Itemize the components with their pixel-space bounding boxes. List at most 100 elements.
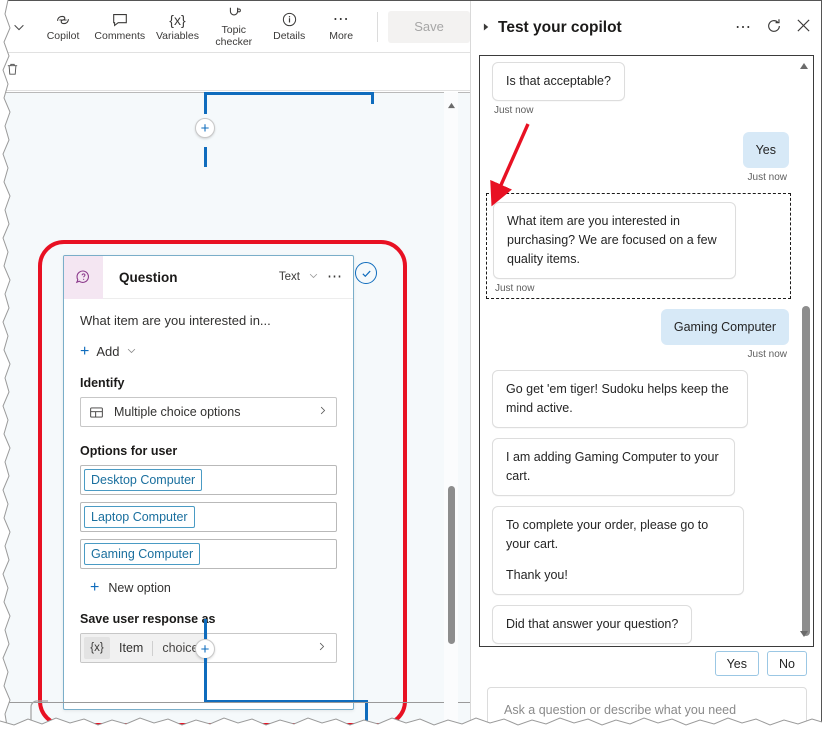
variable-pill: {x} Item choice xyxy=(81,634,209,662)
option-row[interactable]: Desktop Computer xyxy=(80,465,337,495)
question-node-title: Question xyxy=(119,269,178,285)
suggested-replies: Yes No xyxy=(714,651,807,676)
variable-name: Item xyxy=(119,641,144,655)
chat-timestamp: Just now xyxy=(494,105,534,116)
option-chip[interactable]: Gaming Computer xyxy=(84,543,201,565)
connector-line-out-top xyxy=(204,619,207,639)
suggested-reply-yes[interactable]: Yes xyxy=(714,651,760,676)
question-node-ellipsis-icon[interactable]: ⋯ xyxy=(327,269,343,284)
question-bubble-icon xyxy=(64,256,103,299)
add-message-variation-button[interactable]: + Add xyxy=(80,343,337,360)
toolbar-label-more: More xyxy=(329,29,354,42)
chat-scroll-up-icon[interactable] xyxy=(799,62,809,72)
question-type-label[interactable]: Text xyxy=(279,271,300,283)
new-option-button[interactable]: + New option xyxy=(80,579,337,596)
suggested-reply-no[interactable]: No xyxy=(767,651,807,676)
more-icon: ⋯ xyxy=(332,10,350,28)
canvas-scroll-up-icon[interactable] xyxy=(447,101,456,111)
connector-arrowhead-blue-icon xyxy=(360,728,374,732)
chat-timestamp: Just now xyxy=(747,172,787,183)
chat-bubble-paragraph: To complete your order, please go to you… xyxy=(506,518,709,551)
variables-icon: {x} xyxy=(84,637,110,659)
identify-label: Identify xyxy=(80,376,125,390)
option-row[interactable]: Laptop Computer xyxy=(80,502,337,532)
chat-message-user: Gaming Computer Just now xyxy=(492,309,789,360)
option-chip[interactable]: Desktop Computer xyxy=(84,469,203,491)
add-node-button-bottom[interactable]: + xyxy=(195,639,215,659)
connector-line-in-stub xyxy=(371,92,374,104)
toolbar-item-comments[interactable]: Comments xyxy=(89,1,150,53)
toolbar-divider xyxy=(377,11,379,42)
chat-message-bot: I am adding Gaming Computer to your cart… xyxy=(492,438,789,496)
node-action-bar xyxy=(0,54,470,91)
topic-checker-icon xyxy=(225,5,243,23)
toolbar-label-comments: Comments xyxy=(94,29,146,42)
close-icon[interactable] xyxy=(796,18,811,38)
question-prompt-text[interactable]: What item are you interested in... xyxy=(80,312,337,330)
chat-message-highlighted: What item are you interested in purchasi… xyxy=(486,193,791,299)
comment-icon xyxy=(111,11,129,29)
panel-chevron-right-icon[interactable] xyxy=(483,22,490,34)
question-node-header: Question Text ⋯ xyxy=(64,256,353,299)
toolbar-label-variables: Variables xyxy=(155,29,199,42)
variables-icon: {x} xyxy=(169,11,186,28)
chat-messages: Is that acceptable? Just now Yes Just no… xyxy=(480,56,799,646)
plus-icon: + xyxy=(90,579,100,596)
chat-message-bot: What item are you interested in purchasi… xyxy=(493,202,784,294)
add-chevron-down-icon xyxy=(126,345,137,359)
connector-gray-branch xyxy=(30,700,48,732)
chat-bubble: I am adding Gaming Computer to your cart… xyxy=(492,438,735,496)
chat-message-bot: Is that acceptable? Just now xyxy=(492,62,789,116)
options-for-user-label: Options for user xyxy=(80,444,178,458)
question-node-body: What item are you interested in... + Add… xyxy=(64,299,353,663)
chat-message-bot: To complete your order, please go to you… xyxy=(492,506,789,595)
chat-bubble-multipart: To complete your order, please go to you… xyxy=(492,506,744,595)
connector-line-in-vertical xyxy=(204,92,207,114)
option-chip[interactable]: Laptop Computer xyxy=(84,506,195,528)
toolbar-item-copilot[interactable]: Copilot xyxy=(37,1,89,53)
chat-message-user: Yes Just now xyxy=(492,132,789,183)
chat-bubble: Did that answer your question? xyxy=(492,605,693,644)
option-row[interactable]: Gaming Computer xyxy=(80,539,337,569)
chat-transcript[interactable]: Is that acceptable? Just now Yes Just no… xyxy=(479,55,814,647)
check-circle-icon[interactable] xyxy=(355,262,377,284)
toolbar-label-topic-checker: Topic checker xyxy=(215,24,253,48)
flow-canvas[interactable]: + Question Text ⋯ What item are you inte… xyxy=(0,92,470,732)
toolbar-item-topic-checker[interactable]: Topic checker xyxy=(204,1,263,53)
chat-scroll-down-icon[interactable] xyxy=(799,630,809,640)
connector-line-out-bottom xyxy=(204,658,207,703)
trash-icon[interactable] xyxy=(4,61,21,83)
identify-chevron-right-icon xyxy=(317,405,328,419)
chat-composer-input[interactable]: Ask a question or describe what you need xyxy=(487,687,807,732)
add-label: Add xyxy=(96,344,120,359)
toolbar-collapse-chevron-down-icon[interactable] xyxy=(0,1,37,53)
save-button[interactable]: Save xyxy=(388,10,470,43)
variable-chevron-right-icon xyxy=(316,641,336,655)
info-icon xyxy=(281,11,298,29)
toolbar-item-variables[interactable]: {x} Variables xyxy=(151,1,205,53)
chat-scrollbar[interactable] xyxy=(797,56,813,646)
chat-timestamp: Just now xyxy=(495,283,535,294)
canvas-scrollbar-thumb[interactable] xyxy=(448,486,455,644)
toolbar-item-more[interactable]: ⋯ More xyxy=(315,1,367,53)
refresh-icon[interactable] xyxy=(766,18,782,39)
chat-scrollbar-thumb[interactable] xyxy=(801,306,810,636)
toolbar-item-details[interactable]: Details xyxy=(263,1,315,53)
test-copilot-header-actions: ⋯ xyxy=(735,18,811,39)
chat-message-bot: Did that answer your question? Just now xyxy=(492,605,789,646)
add-node-button-top[interactable]: + xyxy=(195,118,215,138)
topic-toolbar: Copilot Comments {x} Variables Topic che… xyxy=(0,1,470,53)
chat-timestamp: Just now xyxy=(747,349,787,360)
question-node-header-actions: Text ⋯ xyxy=(279,268,353,286)
chat-bubble: Is that acceptable? xyxy=(492,62,625,101)
app-window: Copilot Comments {x} Variables Topic che… xyxy=(0,0,822,732)
plus-icon: + xyxy=(80,343,90,360)
question-type-chevron-down-icon[interactable] xyxy=(308,268,319,286)
chat-bubble-paragraph: Thank you! xyxy=(506,568,568,582)
chat-bubble: Yes xyxy=(742,132,789,168)
ellipsis-icon[interactable]: ⋯ xyxy=(735,20,752,36)
test-copilot-header: Test your copilot ⋯ xyxy=(471,1,821,55)
test-copilot-title: Test your copilot xyxy=(498,19,622,36)
multiple-choice-icon xyxy=(89,405,109,420)
identify-field[interactable]: Multiple choice options xyxy=(80,397,337,427)
